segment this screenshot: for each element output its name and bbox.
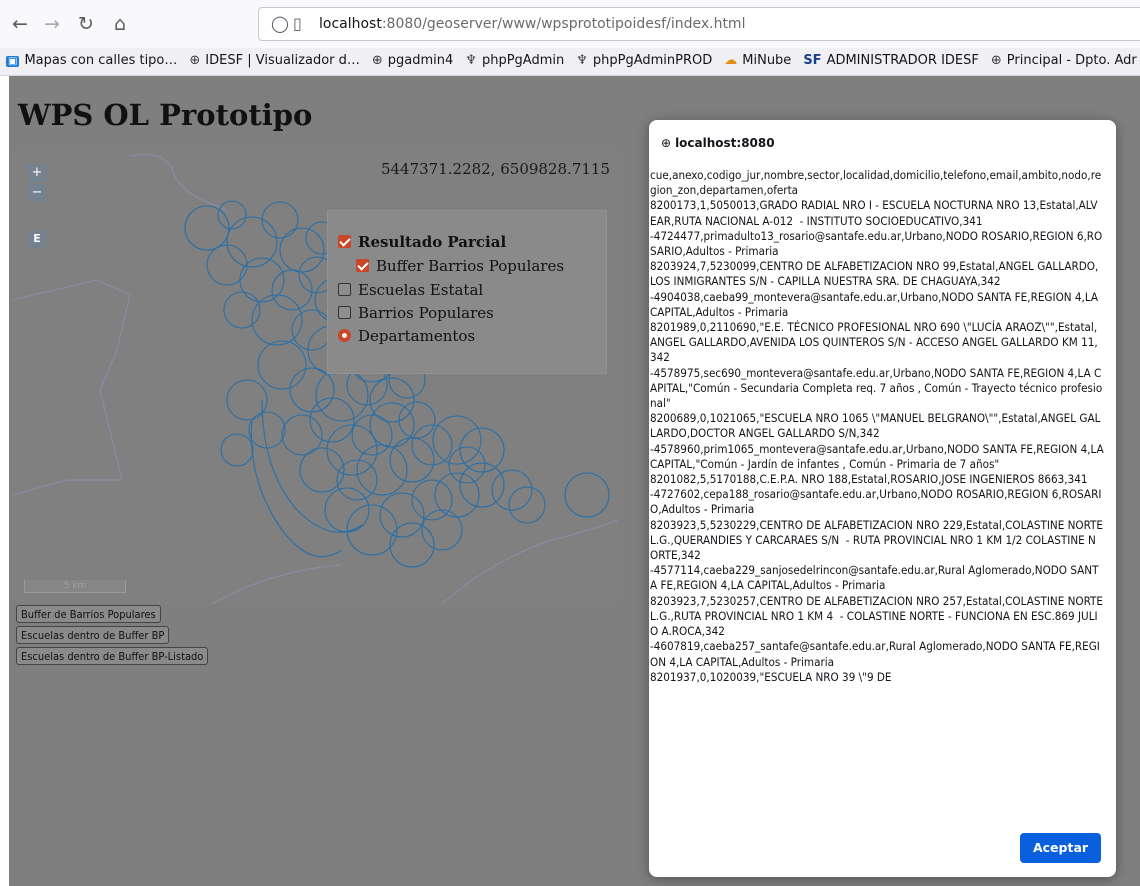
escuelas-buffer-button[interactable]: Escuelas dentro de Buffer BP	[16, 626, 170, 644]
alert-dialog: ⊕ localhost:8080 cue,anexo,codigo_jur,nom…	[649, 120, 1116, 877]
map-view[interactable]: 5447371.2282, 6509828.7115 + − E Resulta…	[12, 150, 618, 604]
buffer-polygon	[271, 269, 313, 311]
bookmark-item[interactable]: ♆ phpPgAdminPROD	[570, 48, 718, 68]
bookmark-item[interactable]: SF ADMINISTRADOR IDESF	[797, 48, 985, 68]
elephant-icon: ♆	[465, 53, 477, 68]
page-icon[interactable]: ▯	[293, 14, 302, 33]
globe-icon: ⊕	[990, 53, 1002, 68]
dialog-header: ⊕ localhost:8080	[661, 136, 775, 150]
dialog-message: cue,anexo,codigo_jur,nombre,sector,local…	[650, 168, 1104, 684]
page-content: WPS OL Prototipo 5447371.2282, 6509828.7…	[0, 76, 1140, 886]
layer-checkbox[interactable]	[338, 306, 351, 319]
department-boundary	[12, 279, 131, 496]
url-host: localhost	[319, 16, 382, 32]
bookmark-item[interactable]: ♆ phpPgAdmin	[459, 48, 570, 68]
sf-icon: SF	[803, 53, 822, 68]
bookmark-label: phpPgAdmin	[481, 53, 565, 68]
layer-group-resultado[interactable]: Resultado Parcial	[338, 233, 506, 251]
page-title: WPS OL Prototipo	[18, 98, 313, 132]
shield-icon[interactable]: ◯	[271, 14, 289, 33]
buffer-polygon	[564, 472, 610, 518]
bookmark-item[interactable]: ⊕ pgadmin4	[366, 48, 459, 68]
buffer-polygon	[379, 492, 425, 538]
buffer-polygon	[346, 504, 398, 556]
home-icon[interactable]: ⌂	[108, 12, 132, 36]
dialog-host: localhost:8080	[675, 136, 775, 150]
bookmark-item[interactable]: ⊕ IDESF | Visualizador d…	[183, 48, 365, 68]
layer-label: Barrios Populares	[358, 304, 494, 322]
url-text[interactable]: localhost:8080/geoserver/www/wpsprototip…	[319, 16, 745, 32]
back-icon[interactable]: ←	[8, 12, 32, 36]
layer-label: Departamentos	[358, 327, 476, 345]
bookmark-label: Mapas con calles tipo…	[24, 53, 178, 68]
bookmark-label: Principal - Dpto. Adr	[1006, 53, 1137, 68]
buffer-polygon	[369, 402, 415, 448]
layer-label: Escuelas Estatal	[358, 281, 484, 299]
buffer-polygon	[220, 433, 254, 467]
layer-checkbox[interactable]	[356, 259, 369, 272]
zoom-in-button[interactable]: +	[28, 164, 46, 182]
escuelas-buffer-listado-button[interactable]: Escuelas dentro de Buffer BP-Listado	[16, 647, 209, 665]
mouse-position: 5447371.2282, 6509828.7115	[380, 160, 610, 178]
bookmark-item[interactable]: ☁ MiNube	[718, 48, 797, 68]
layer-label: Buffer Barrios Populares	[376, 257, 565, 275]
buffer-polygon	[257, 340, 307, 390]
buffer-polygon	[184, 205, 230, 251]
scale-line: 5 km	[24, 580, 126, 593]
buffer-barrios-button[interactable]: Buffer de Barrios Populares	[16, 605, 161, 623]
buffer-polygon	[315, 368, 369, 422]
mapas-icon: ▣	[6, 56, 20, 67]
minube-icon: ☁	[724, 53, 738, 68]
layer-checkbox[interactable]	[338, 283, 351, 296]
layer-barrios-populares[interactable]: Barrios Populares	[338, 304, 494, 322]
page-left-strip	[0, 76, 9, 886]
department-boundary	[211, 564, 343, 604]
reload-icon[interactable]: ↻	[74, 12, 98, 36]
buffer-polygon	[261, 201, 299, 239]
buffer-polygon	[217, 200, 247, 230]
buffer-polygon	[291, 309, 333, 351]
bookmark-label: IDESF | Visualizador d…	[205, 53, 360, 68]
layer-radio[interactable]	[338, 329, 351, 342]
buffer-polygon	[261, 399, 363, 533]
bookmark-label: ADMINISTRADOR IDESF	[826, 53, 979, 68]
elephant-icon: ♆	[576, 53, 588, 68]
buffer-polygon	[411, 424, 453, 466]
layer-escuelas-estatal[interactable]: Escuelas Estatal	[338, 281, 483, 299]
zoom-out-button[interactable]: −	[28, 184, 46, 202]
buffer-polygon	[491, 469, 533, 511]
browser-toolbar: ← → ↻ ⌂ ◯ ▯ localhost:8080/geoserver/www…	[0, 0, 1140, 48]
bookmarks-bar: ▣ Mapas con calles tipo… ⊕ IDESF | Visualiz…	[0, 48, 1140, 76]
globe-icon: ⊕	[371, 53, 383, 68]
bookmark-item[interactable]: ▣ Mapas con calles tipo…	[0, 48, 183, 68]
globe-icon: ⊕	[661, 136, 672, 150]
buffer-polygon	[389, 522, 435, 568]
buffer-polygon	[226, 379, 268, 421]
department-boundary	[441, 519, 618, 604]
layer-departamentos[interactable]: Departamentos	[338, 327, 475, 345]
accept-button[interactable]: Aceptar	[1020, 833, 1101, 863]
extent-button[interactable]: E	[28, 230, 46, 248]
layer-switcher: Resultado Parcial Buffer Barrios Popular…	[327, 210, 607, 374]
layer-group-label: Resultado Parcial	[358, 233, 507, 251]
buffer-polygon	[459, 462, 505, 508]
url-path: :8080/geoserver/www/wpsprototipoidesf/in…	[381, 16, 746, 32]
forward-icon[interactable]: →	[40, 12, 64, 36]
buffer-polygon	[448, 446, 486, 484]
buffer-polygon	[508, 486, 546, 524]
layer-buffer-barrios[interactable]: Buffer Barrios Populares	[356, 257, 564, 275]
department-boundary	[129, 154, 228, 211]
address-bar[interactable]: ◯ ▯ localhost:8080/geoserver/www/wpsprot…	[258, 7, 1140, 41]
buffer-polygon	[289, 367, 335, 413]
buffer-polygon	[432, 415, 482, 465]
bookmark-label: pgadmin4	[387, 53, 454, 68]
bookmark-label: phpPgAdminPROD	[592, 53, 713, 68]
globe-icon: ⊕	[189, 53, 201, 68]
bookmark-item[interactable]: ⊕ Principal - Dpto. Adr	[985, 48, 1140, 68]
layer-group-checkbox[interactable]	[338, 235, 351, 248]
bookmark-label: MiNube	[742, 53, 792, 68]
buffer-polygon	[248, 411, 286, 449]
buffer-polygon	[459, 427, 505, 473]
